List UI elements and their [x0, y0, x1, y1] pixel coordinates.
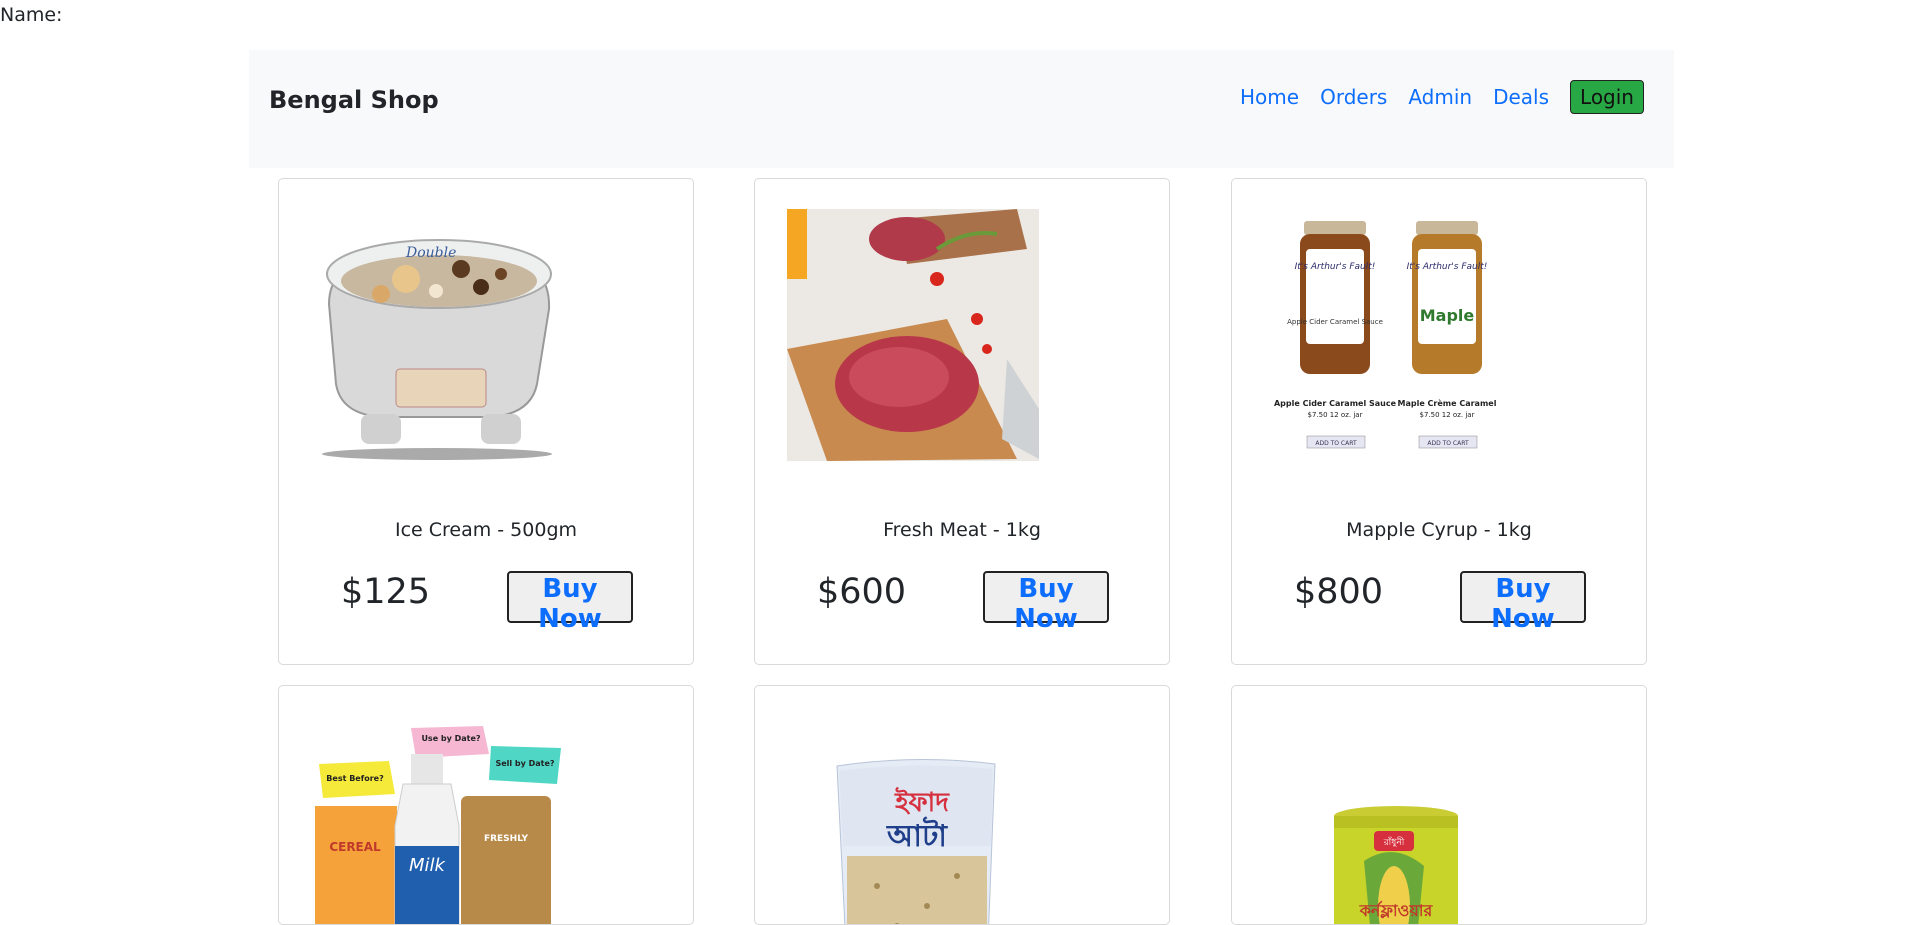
product-title: Fresh Meat - 1kg: [883, 519, 1041, 541]
jar1-label: It's Arthur's Fault!: [1295, 262, 1376, 272]
brand-title[interactable]: Bengal Shop: [269, 86, 439, 114]
product-card-fresh-meat: Fresh Meat - 1kg $600 Buy Now: [754, 178, 1170, 665]
tag-use-by: Use by Date?: [421, 734, 480, 743]
meat-on-cutting-board-image: [787, 209, 1039, 461]
can-product-label: কর্নফ্লাওয়ার: [1359, 900, 1434, 920]
nav-link-orders[interactable]: Orders: [1320, 85, 1387, 109]
jar2-caption-price: $7.50 12 oz. jar: [1420, 411, 1475, 419]
product-price: $125: [341, 572, 431, 612]
jar1-cart-label: ADD TO CART: [1315, 440, 1357, 447]
nav-links: Home Orders Admin Deals Login: [1219, 80, 1644, 114]
tag-best-before: Best Before?: [326, 774, 384, 783]
product-title: Ice Cream - 500gm: [394, 519, 578, 541]
nav-link-deals[interactable]: Deals: [1493, 85, 1549, 109]
product-price: $800: [1294, 572, 1384, 612]
product-title: Mapple Cyrup - 1kg: [1346, 519, 1532, 541]
jar2-sub: Maple: [1420, 306, 1475, 325]
tag-sell-by: Sell by Date?: [495, 759, 554, 768]
can-brand-label: রাঁধুনী: [1383, 836, 1405, 848]
jar2-caption: Maple Crème Caramel: [1398, 398, 1497, 408]
name-label: Name:: [0, 4, 63, 26]
atta-flour-bag-image: ইফাদ আটা: [836, 758, 996, 924]
nav-link-admin[interactable]: Admin: [1408, 85, 1472, 109]
product-card-dairy: Use by Date? Best Before? Sell by Date? …: [278, 685, 694, 925]
nav-link-home[interactable]: Home: [1240, 85, 1299, 109]
navbar: Bengal Shop Home Orders Admin Deals Logi…: [249, 50, 1674, 168]
milk-bottle-label: Milk: [409, 855, 447, 876]
buy-now-button[interactable]: Buy Now: [1460, 571, 1586, 634]
cornflour-can-image: রাঁধুনী কর্নফ্লাওয়ার: [1334, 806, 1458, 924]
jar2-cart-label: ADD TO CART: [1427, 440, 1469, 447]
jar1-caption-price: $7.50 12 oz. jar: [1308, 411, 1363, 419]
ice-cream-tub-image: Double: [322, 239, 552, 460]
product-card-ice-cream: Double Ice Cream - 500gm $125 Buy Now: [278, 178, 694, 665]
svg-text:Double: Double: [405, 245, 456, 261]
product-card-atta: ইফাদ আটা: [754, 685, 1170, 925]
jar2-label: It's Arthur's Fault!: [1407, 262, 1488, 272]
login-button[interactable]: Login: [1570, 80, 1644, 114]
jar1-sub: Apple Cider Caramel Sauce: [1287, 318, 1383, 326]
jar1-caption: Apple Cider Caramel Sauce: [1274, 399, 1397, 408]
cereal-box-label: CEREAL: [329, 840, 381, 854]
syrup-jars-image: It's Arthur's Fault! Apple Cider Caramel…: [1264, 209, 1516, 461]
buy-now-button[interactable]: Buy Now: [983, 571, 1109, 634]
atta-product-label: আটা: [886, 816, 948, 854]
dairy-products-image: Use by Date? Best Before? Sell by Date? …: [315, 726, 561, 924]
product-card-cornflour: রাঁধুনী কর্নফ্লাওয়ার: [1231, 685, 1647, 925]
product-price: $600: [817, 572, 907, 612]
atta-brand-label: ইফাদ: [894, 786, 950, 818]
product-card-mapple-cyrup: It's Arthur's Fault! Apple Cider Caramel…: [1231, 178, 1647, 665]
buy-now-button[interactable]: Buy Now: [507, 571, 633, 634]
coffee-bag-label: FRESHLY: [484, 834, 529, 844]
